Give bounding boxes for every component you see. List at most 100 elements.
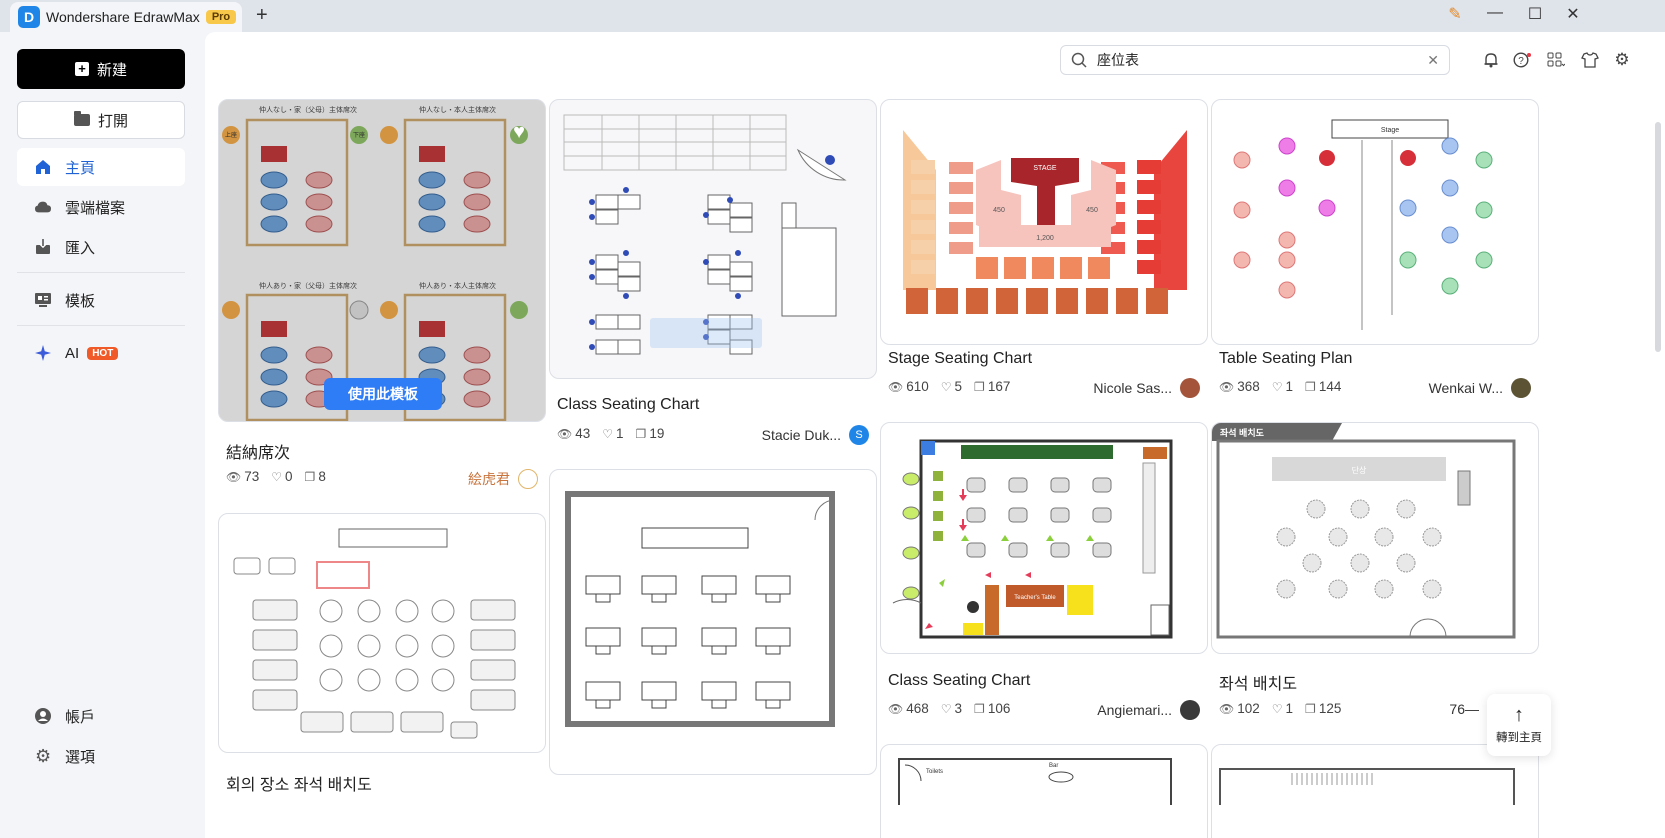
template-thumbnail[interactable]: 仲人なし・家（父母）主体席次 仲人なし・本人主体席次 仲人あり・家（父母）主体席… <box>218 99 546 422</box>
sidebar-item-templates[interactable]: 模板 <box>17 281 185 319</box>
copies-count: 125 <box>1318 701 1342 716</box>
eye-icon: 👁 <box>557 426 573 441</box>
card-author[interactable]: 76— <box>1449 701 1479 717</box>
card-stats: 👁 610 ♡ 5 ❐ 167 <box>888 379 1010 394</box>
search-icon <box>1071 52 1087 68</box>
copies-count: 106 <box>987 701 1011 716</box>
card-stats: 👁 43 ♡ 1 ❐ 19 <box>557 426 664 441</box>
card-author[interactable]: Stacie Duk... S <box>762 425 869 445</box>
settings-icon: ⚙ <box>34 745 52 766</box>
template-thumbnail[interactable]: Toilets Bar <box>880 744 1208 838</box>
card-title[interactable]: 좌석 배치도 <box>1219 670 1297 694</box>
template-thumbnail[interactable] <box>549 469 877 775</box>
pro-badge: Pro <box>205 10 237 24</box>
card-title[interactable]: Stage Seating Chart <box>888 350 1032 368</box>
sidebar-divider <box>17 272 185 273</box>
template-thumbnail[interactable]: 좌석 배치도 단상 <box>1211 422 1539 654</box>
likes-count: 5 <box>954 379 963 394</box>
maximize-button[interactable]: ☐ <box>1520 4 1550 24</box>
pen-icon[interactable]: ✎ <box>1440 4 1470 24</box>
import-icon <box>35 239 51 255</box>
card-author[interactable]: Wenkai W... <box>1429 378 1531 398</box>
eye-icon: 👁 <box>888 379 904 394</box>
thumb-label: 450 <box>1086 207 1098 214</box>
template-thumbnail[interactable]: Stage <box>1211 99 1539 345</box>
copy-icon: ❐ <box>974 701 985 716</box>
bell-icon[interactable] <box>1481 50 1501 70</box>
card-author[interactable]: 絵虎君 <box>468 469 538 489</box>
copies-count: 8 <box>318 469 326 484</box>
app-tab[interactable]: D Wondershare EdrawMax Pro <box>10 2 242 32</box>
shirt-icon[interactable] <box>1580 50 1600 70</box>
account-icon <box>35 708 51 724</box>
sidebar-item-cloud[interactable]: 雲端檔案 <box>17 188 185 226</box>
views-count: 43 <box>575 426 591 441</box>
heart-icon: ♡ <box>940 379 952 394</box>
template-thumbnail[interactable]: Teacher's Table <box>880 422 1208 654</box>
main-content: ✕ ? ⚙ 仲人なし・家（父母）主体席次 仲人なし・本人主体席次 仲人あり・家（… <box>205 32 1665 838</box>
views-count: 368 <box>1237 379 1260 394</box>
thumb-label: Bar <box>1049 763 1058 769</box>
new-button[interactable]: + 新建 <box>17 49 185 89</box>
open-button[interactable]: 打開 <box>17 101 185 139</box>
sidebar-item-options[interactable]: ⚙ 選項 <box>17 737 185 775</box>
views-count: 73 <box>244 469 260 484</box>
vertical-scrollbar[interactable] <box>1655 122 1661 352</box>
folder-icon <box>73 111 90 126</box>
thumb-label: STAGE <box>1033 165 1057 172</box>
template-thumbnail[interactable] <box>218 513 546 753</box>
avatar <box>1180 700 1200 720</box>
sidebar-item-account[interactable]: 帳戶 <box>17 697 185 735</box>
likes-count: 1 <box>1285 701 1294 716</box>
new-tab-button[interactable]: + <box>256 4 268 27</box>
thumb-label: 단상 <box>1352 465 1367 475</box>
favorite-heart-icon[interactable]: ♥ <box>507 120 531 144</box>
template-thumbnail[interactable] <box>549 99 877 379</box>
sidebar-item-ai[interactable]: AI HOT <box>17 334 185 372</box>
help-icon[interactable]: ? <box>1512 50 1532 70</box>
arrow-up-icon: ↑ <box>1514 704 1524 726</box>
copy-icon: ❐ <box>635 426 647 441</box>
template-thumbnail[interactable]: STAGE 450 450 1,200 <box>880 99 1208 345</box>
sidebar-item-label: 匯入 <box>65 239 96 257</box>
cloud-icon <box>35 199 51 215</box>
card-author[interactable]: Angiemari... <box>1097 700 1200 720</box>
card-title[interactable]: 회의 장소 좌석 배치도 <box>226 771 372 795</box>
search-input[interactable] <box>1097 52 1418 68</box>
views-count: 102 <box>1237 701 1260 716</box>
card-author[interactable]: Nicole Sas... <box>1093 378 1200 398</box>
clear-search-icon[interactable]: ✕ <box>1427 52 1439 69</box>
avatar <box>518 469 538 489</box>
gear-icon[interactable]: ⚙ <box>1612 50 1632 70</box>
avatar <box>1180 378 1200 398</box>
author-name: Stacie Duk... <box>761 427 841 443</box>
eye-icon: 👁 <box>1219 701 1235 716</box>
sidebar-item-home[interactable]: 主頁 <box>17 148 185 186</box>
template-thumbnail[interactable] <box>1211 744 1539 838</box>
minimize-button[interactable]: — <box>1480 4 1510 22</box>
card-title[interactable]: Class Seating Chart <box>557 396 699 414</box>
copies-count: 19 <box>649 426 665 441</box>
title-bar: D Wondershare EdrawMax Pro + ✎ — ☐ ✕ <box>0 0 1665 32</box>
edrawmax-logo-icon: D <box>18 6 40 28</box>
card-title[interactable]: Table Seating Plan <box>1219 350 1352 368</box>
apps-icon[interactable] <box>1546 50 1566 70</box>
heart-icon: ♡ <box>1271 701 1283 716</box>
back-to-top-button[interactable]: ↑ 轉到主頁 <box>1487 694 1551 756</box>
svg-text:?: ? <box>1518 56 1524 67</box>
sidebar-item-label: 選項 <box>65 748 96 766</box>
copies-count: 167 <box>987 379 1011 394</box>
close-button[interactable]: ✕ <box>1558 4 1588 24</box>
card-title[interactable]: 結納席次 <box>226 439 290 463</box>
thumb-label: Stage <box>1381 127 1399 134</box>
eye-icon: 👁 <box>226 469 242 484</box>
app-name: Wondershare EdrawMax <box>46 9 200 25</box>
author-name: Nicole Sas... <box>1093 380 1172 396</box>
heart-icon: ♡ <box>602 426 614 441</box>
sidebar-item-import[interactable]: 匯入 <box>17 228 185 266</box>
thumb-label: 좌석 배치도 <box>1220 427 1265 438</box>
sparkle-icon <box>35 345 51 361</box>
card-title[interactable]: Class Seating Chart <box>888 672 1030 690</box>
search-box[interactable]: ✕ <box>1060 45 1450 75</box>
use-template-button[interactable]: 使用此模板 <box>324 378 442 410</box>
